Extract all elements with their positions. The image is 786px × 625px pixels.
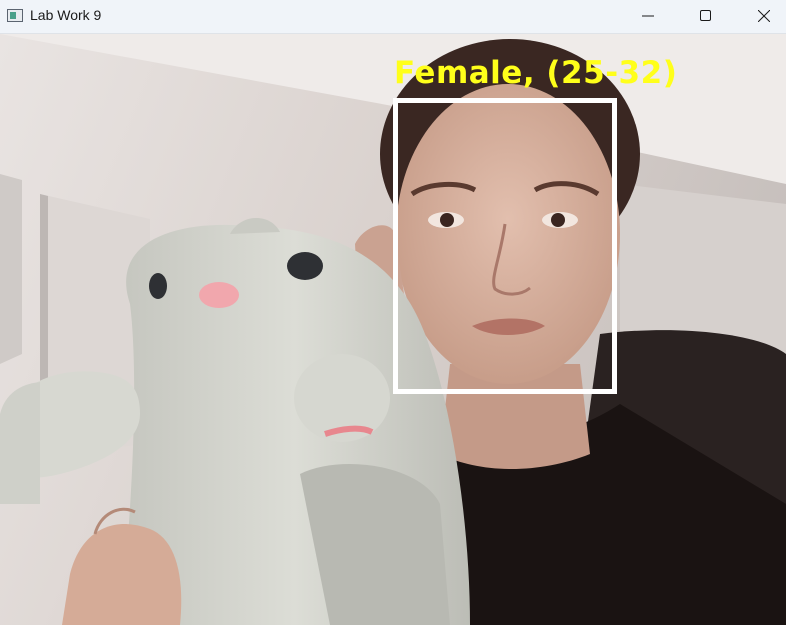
app-window: Lab Work 9 Female, (25-32) (0, 0, 786, 625)
minimize-icon (642, 15, 654, 17)
maximize-button[interactable] (683, 0, 729, 33)
app-icon[interactable] (7, 9, 23, 22)
title-bar[interactable]: Lab Work 9 (0, 0, 786, 34)
close-icon (758, 10, 770, 22)
maximize-icon (700, 10, 711, 21)
face-detection-label: Female, (25-32) (394, 55, 678, 91)
face-detection-box (393, 98, 617, 394)
camera-feed: Female, (25-32) (0, 34, 786, 625)
minimize-button[interactable] (625, 0, 671, 33)
window-title: Lab Work 9 (30, 7, 102, 23)
close-button[interactable] (741, 0, 786, 33)
